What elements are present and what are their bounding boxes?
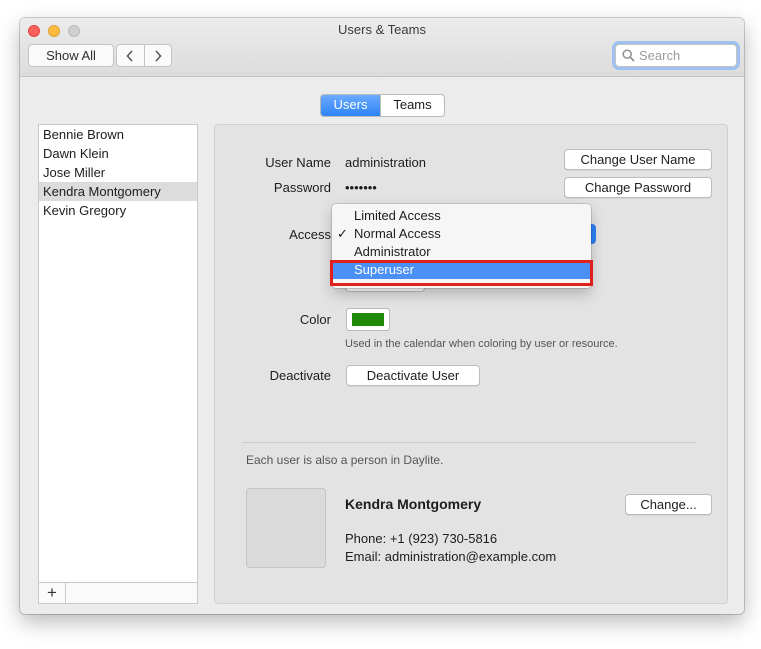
user-list-item[interactable]: Bennie Brown bbox=[39, 125, 197, 144]
user-list-item-selected[interactable]: Kendra Montgomery bbox=[39, 182, 197, 201]
forward-button[interactable] bbox=[143, 45, 172, 66]
user-name-value: administration bbox=[345, 155, 426, 170]
back-button[interactable] bbox=[117, 45, 144, 66]
menu-item-limited-access[interactable]: Limited Access bbox=[332, 207, 591, 225]
window-title: Users & Teams bbox=[338, 22, 426, 37]
user-list-item[interactable]: Dawn Klein bbox=[39, 144, 197, 163]
chevron-right-icon bbox=[155, 49, 162, 62]
password-value: ••••••• bbox=[345, 180, 377, 195]
person-photo[interactable] bbox=[246, 488, 326, 568]
user-name-label: User Name bbox=[265, 155, 331, 170]
divider bbox=[242, 442, 696, 443]
show-all-button[interactable]: Show All bbox=[28, 44, 114, 67]
person-note: Each user is also a person in Daylite. bbox=[246, 453, 444, 467]
deactivate-user-button[interactable]: Deactivate User bbox=[346, 365, 480, 386]
user-list-footer: + bbox=[39, 582, 197, 603]
menu-item-administrator[interactable]: Administrator bbox=[332, 243, 591, 261]
person-email: Email: administration@example.com bbox=[345, 549, 557, 564]
menu-item-normal-access[interactable]: ✓ Normal Access bbox=[332, 225, 591, 243]
search-icon bbox=[622, 49, 635, 62]
user-list: Bennie Brown Dawn Klein Jose Miller Kend… bbox=[38, 124, 198, 604]
color-well[interactable] bbox=[346, 308, 390, 331]
color-label: Color bbox=[299, 312, 331, 327]
users-teams-segmented-control: Users Teams bbox=[320, 94, 445, 117]
user-list-item[interactable]: Kevin Gregory bbox=[39, 201, 197, 220]
person-phone: Phone: +1 (923) 730-5816 bbox=[345, 531, 498, 546]
tab-teams[interactable]: Teams bbox=[380, 95, 444, 116]
search-placeholder: Search bbox=[639, 48, 681, 63]
checkmark-icon: ✓ bbox=[337, 226, 348, 241]
titlebar: Users & Teams Show All Search bbox=[20, 18, 744, 77]
password-label: Password bbox=[273, 180, 331, 195]
color-hint: Used in the calendar when coloring by us… bbox=[345, 338, 618, 350]
deactivate-label: Deactivate bbox=[269, 368, 331, 383]
change-person-button[interactable]: Change... bbox=[625, 494, 712, 515]
change-user-name-button[interactable]: Change User Name bbox=[564, 149, 712, 170]
add-user-button[interactable]: + bbox=[39, 583, 66, 603]
menu-item-label: Normal Access bbox=[354, 226, 441, 241]
tab-users[interactable]: Users bbox=[321, 95, 380, 116]
search-field[interactable]: Search bbox=[615, 44, 737, 67]
navigation-buttons bbox=[116, 44, 172, 67]
menu-item-label: Limited Access bbox=[354, 208, 441, 223]
menu-item-label: Administrator bbox=[354, 244, 431, 259]
highlight-box bbox=[330, 260, 593, 286]
access-label: Access bbox=[289, 227, 331, 242]
user-list-item[interactable]: Jose Miller bbox=[39, 163, 197, 182]
chevron-left-icon bbox=[126, 49, 133, 62]
person-name: Kendra Montgomery bbox=[345, 496, 482, 512]
change-password-button[interactable]: Change Password bbox=[564, 177, 712, 198]
color-swatch bbox=[352, 313, 384, 326]
